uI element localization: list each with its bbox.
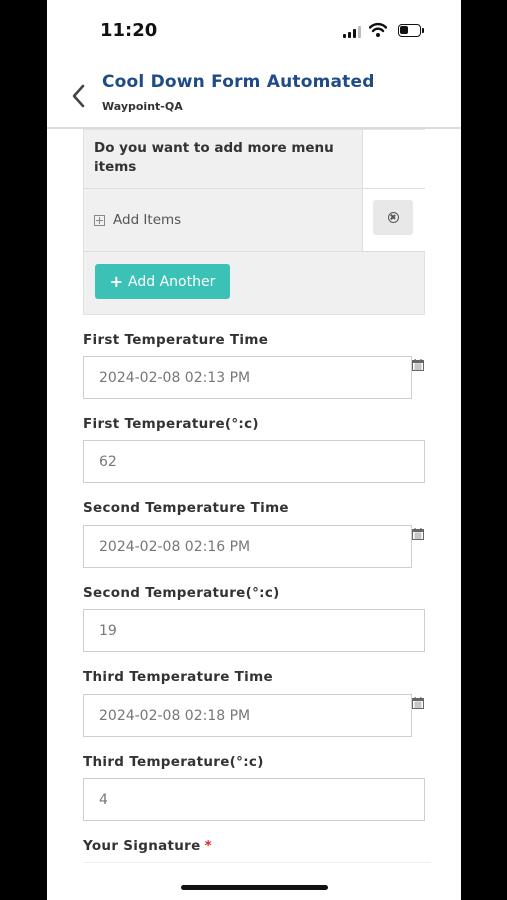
second-temperature-label: Second Temperature(°:c) <box>83 585 280 601</box>
phone-screen: 11:20 Cool Down Form Automated Waypoint-… <box>47 0 461 900</box>
remove-item-button[interactable] <box>373 200 413 235</box>
home-indicator <box>181 885 328 890</box>
add-another-label: Add Another <box>128 273 216 290</box>
first-temperature-time-label: First Temperature Time <box>83 332 269 348</box>
add-items-row[interactable]: Add Items <box>84 189 363 252</box>
add-items-label: Add Items <box>113 212 182 228</box>
second-temperature-input[interactable]: 19 <box>83 609 425 652</box>
third-temperature-time-input[interactable]: 2024-02-08 02:18 PM <box>83 694 412 737</box>
remove-circle-icon <box>387 212 399 223</box>
calendar-icon[interactable] <box>412 359 424 371</box>
first-temperature-label: First Temperature(°:c) <box>83 416 259 432</box>
plus-square-icon <box>94 214 105 226</box>
back-chevron-icon[interactable] <box>69 82 89 110</box>
plus-icon: + <box>109 272 124 291</box>
status-time: 11:20 <box>100 20 158 41</box>
add-another-button[interactable]: + Add Another <box>95 264 230 299</box>
first-temperature-input[interactable]: 62 <box>83 440 425 483</box>
second-temperature-time-value: 2024-02-08 02:16 PM <box>99 538 251 555</box>
menu-question-answer-cell <box>363 130 425 189</box>
calendar-icon[interactable] <box>412 697 424 709</box>
calendar-icon[interactable] <box>412 528 424 540</box>
first-temperature-time-input[interactable]: 2024-02-08 02:13 PM <box>83 356 412 399</box>
required-marker: * <box>204 838 212 854</box>
third-temperature-value: 4 <box>99 791 108 808</box>
signature-label-text: Your Signature <box>83 838 201 854</box>
battery-icon <box>398 24 424 37</box>
signature-area-top-border <box>83 862 431 863</box>
page-subtitle: Waypoint-QA <box>102 100 183 113</box>
wifi-icon <box>369 22 387 37</box>
menu-question: Do you want to add more menu items <box>84 130 363 189</box>
third-temperature-time-value: 2024-02-08 02:18 PM <box>99 707 251 724</box>
first-temperature-value: 62 <box>99 453 117 470</box>
page-title: Cool Down Form Automated <box>102 72 375 92</box>
remove-item-cell <box>363 189 425 252</box>
third-temperature-input[interactable]: 4 <box>83 778 425 821</box>
third-temperature-label: Third Temperature(°:c) <box>83 754 264 770</box>
signal-icon <box>343 26 361 38</box>
second-temperature-time-label: Second Temperature Time <box>83 500 289 516</box>
first-temperature-time-value: 2024-02-08 02:13 PM <box>99 369 251 386</box>
third-temperature-time-label: Third Temperature Time <box>83 669 273 685</box>
signature-label: Your Signature * <box>83 838 212 854</box>
second-temperature-value: 19 <box>99 622 117 639</box>
second-temperature-time-input[interactable]: 2024-02-08 02:16 PM <box>83 525 412 568</box>
menu-items-table: Do you want to add more menu items Add I… <box>83 129 425 315</box>
